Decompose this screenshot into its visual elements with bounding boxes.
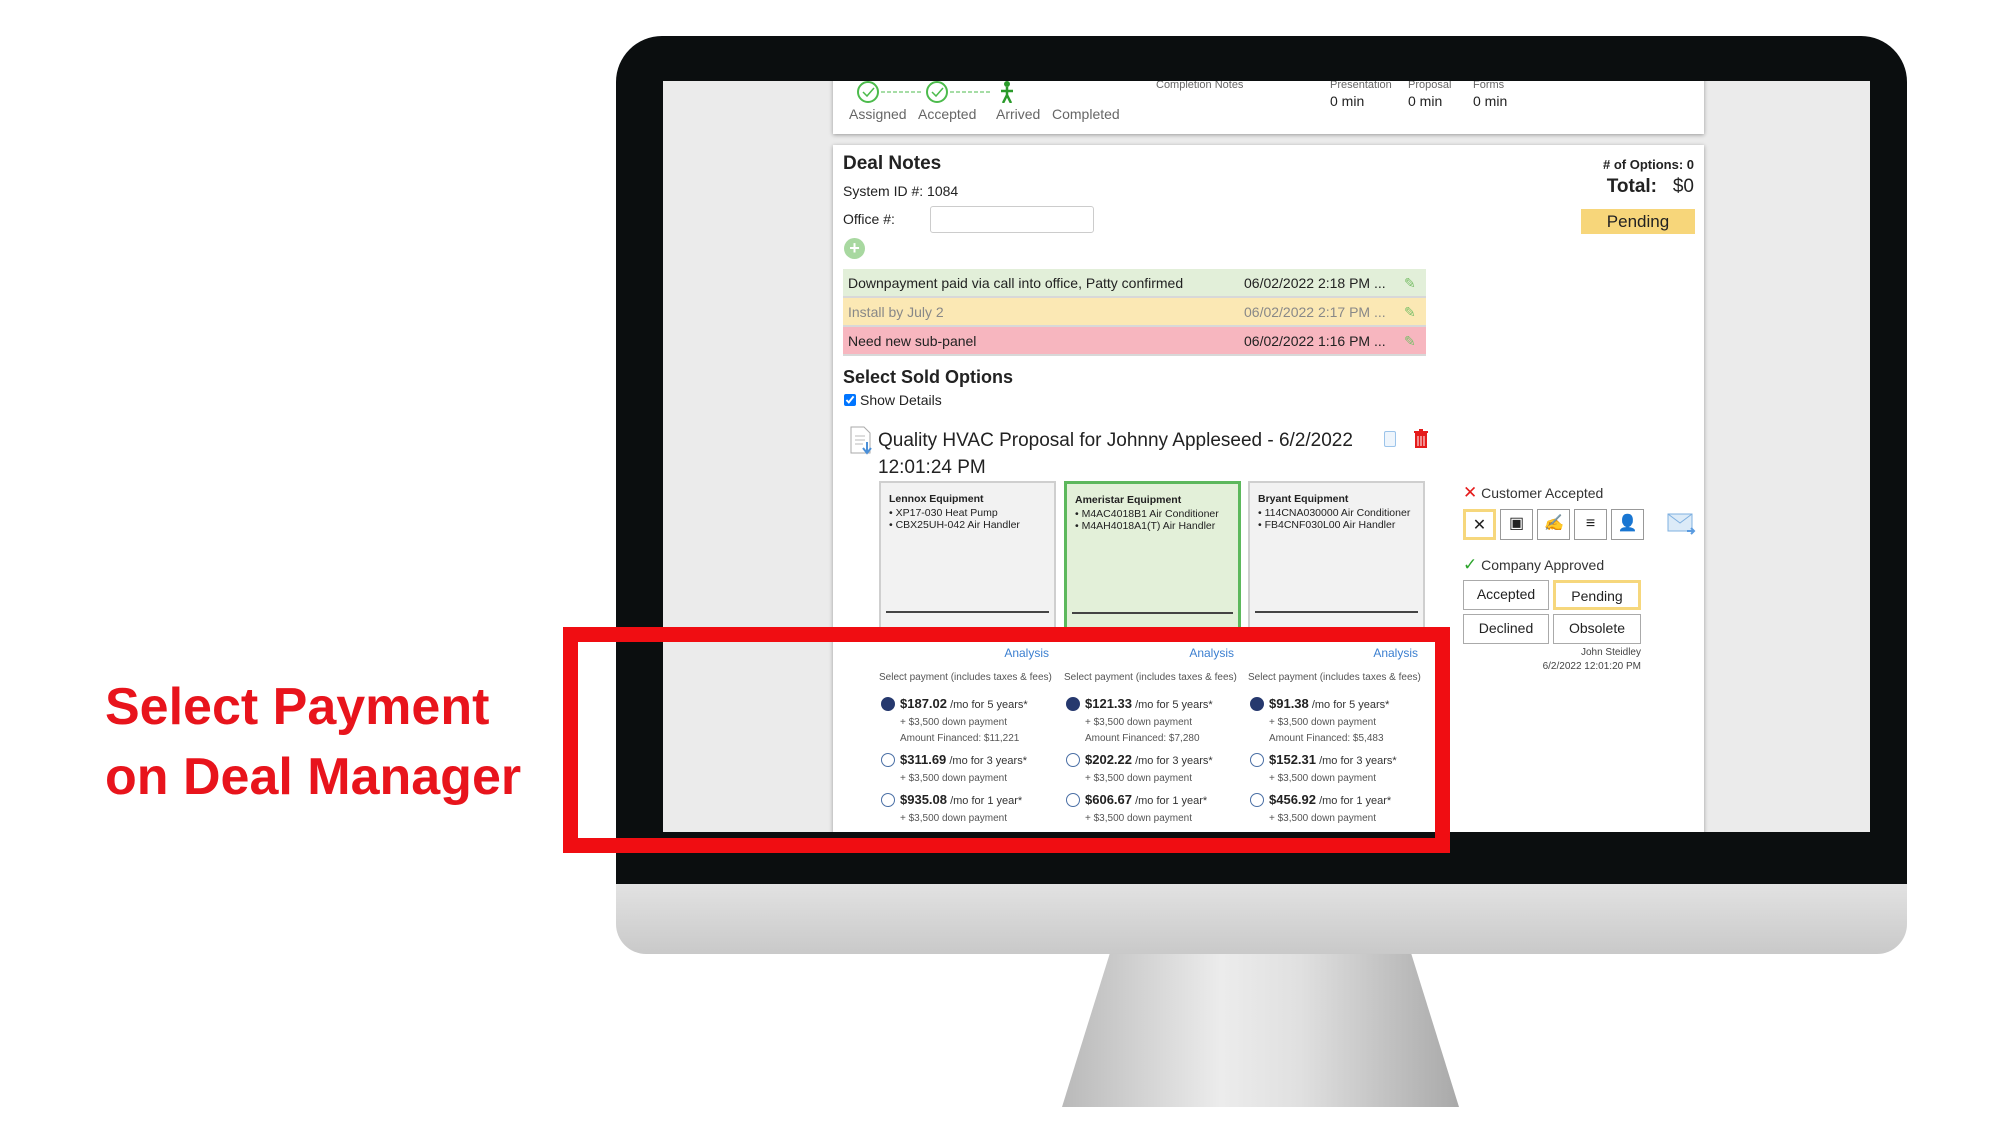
show-details-toggle[interactable]: Show Details [844,392,942,408]
note-date: 06/02/2022 2:18 PM ... [1244,275,1386,291]
step-completed: Completed [1052,106,1120,122]
equipment-item-text: 114CNA030000 Air Conditioner [1264,507,1411,519]
progress-steps-icon [857,81,1013,103]
equipment-item-text: XP17-030 Heat Pump [895,507,998,519]
person-icon[interactable]: 👤 [1611,509,1644,540]
note-row[interactable]: Install by July 2 06/02/2022 2:17 PM ... ✎ [843,298,1426,327]
options-count: # of Options: 0 [1603,157,1694,172]
equipment-item: • 114CNA030000 Air Conditioner [1258,507,1411,519]
step-assigned: Assigned [849,106,907,122]
company-approved-label: Company Approved [1481,557,1605,573]
equipment-name: Bryant Equipment [1258,493,1349,505]
office-input[interactable] [930,206,1094,233]
note-text: Downpayment paid via call into office, P… [848,275,1184,291]
pencil-icon[interactable]: ✎ [1404,269,1416,298]
note-date: 06/02/2022 2:17 PM ... [1244,304,1386,320]
callout-text: Select Payment on Deal Manager [105,672,521,812]
total-label: Total: [1606,176,1658,197]
equipment-option-card[interactable]: Bryant Equipment • 114CNA030000 Air Condi… [1248,481,1425,640]
equipment-option-card[interactable]: Ameristar Equipment • M4AC4018B1 Air Cond… [1064,481,1241,640]
note-text: Need new sub-panel [848,333,977,349]
card-divider [1072,612,1233,614]
status-panel: Assigned Accepted Arrived Completed Comp… [833,81,1704,134]
obsolete-button[interactable]: Obsolete [1553,614,1641,644]
sold-options-title: Select Sold Options [843,367,1014,387]
trash-icon[interactable] [1414,429,1428,449]
equipment-item: • FB4CNF030L00 Air Handler [1258,519,1396,531]
show-details-label: Show Details [860,392,942,408]
equipment-item-text: CBX25UH-042 Air Handler [895,519,1020,531]
show-details-checkbox[interactable] [844,394,856,406]
equipment-item: • M4AH4018A1(T) Air Handler [1075,520,1216,532]
card-divider [886,611,1049,613]
clear-signature-icon[interactable]: ✕ [1463,509,1496,540]
id-card-icon[interactable]: ▣ [1500,509,1533,540]
note-row[interactable]: Need new sub-panel 06/02/2022 1:16 PM ...… [843,327,1426,356]
total-value: $0 [1672,176,1694,197]
callout-line-1: Select Payment [105,678,490,736]
x-icon: ✕ [1463,483,1478,502]
deal-status-button[interactable]: Pending [1581,209,1695,234]
pending-button[interactable]: Pending [1553,580,1641,610]
step-accepted: Accepted [918,106,977,122]
callout-line-2: on Deal Manager [105,748,522,806]
timer-value: 0 min [1473,93,1508,109]
note-text: Install by July 2 [848,304,944,320]
monitor-chin [616,884,1907,954]
deal-notes-title: Deal Notes [843,153,942,174]
timer-value: 0 min [1330,93,1365,109]
equipment-name: Ameristar Equipment [1075,494,1182,506]
timer-label: Presentation [1330,81,1392,91]
equipment-item-text: M4AC4018B1 Air Conditioner [1081,508,1219,520]
approval-timestamp: 6/2/2022 12:01:20 PM [1542,661,1641,672]
add-note-icon[interactable]: + [844,238,865,259]
company-approved-status: ✓ Company Approved [1463,555,1604,575]
card-divider [1255,611,1418,613]
text-lines-icon[interactable]: ≡ [1574,509,1607,540]
pencil-icon[interactable]: ✎ [1404,298,1416,327]
monitor-stand [1062,954,1459,1107]
completion-notes-label: Completion Notes [1156,81,1244,91]
system-id-value: 1084 [927,183,959,199]
highlight-box [563,627,1450,853]
customer-accepted-status: ✕ Customer Accepted [1463,483,1603,503]
system-id-label: System ID #: [843,183,924,199]
note-date: 06/02/2022 1:16 PM ... [1244,333,1386,349]
equipment-item-text: FB4CNF030L00 Air Handler [1264,519,1396,531]
equipment-option-card[interactable]: Lennox Equipment • XP17-030 Heat Pump • CB… [879,481,1056,640]
office-label: Office #: [843,211,895,227]
signature-icon[interactable]: ✍ [1537,509,1570,540]
pencil-icon[interactable]: ✎ [1404,327,1416,356]
tablet-icon[interactable] [1384,431,1396,447]
timer-label: Proposal [1408,81,1452,91]
email-send-icon[interactable] [1667,511,1697,537]
note-row[interactable]: Downpayment paid via call into office, P… [843,269,1426,298]
equipment-item: • CBX25UH-042 Air Handler [889,519,1020,531]
proposal-title: Quality HVAC Proposal for Johnny Applese… [878,430,1353,478]
check-icon: ✓ [1463,555,1478,574]
document-download-icon[interactable] [849,426,873,456]
approver-name: John Steidley [1580,647,1641,658]
timer-value: 0 min [1408,93,1443,109]
customer-accepted-label: Customer Accepted [1481,485,1604,501]
equipment-item: • M4AC4018B1 Air Conditioner [1075,508,1219,520]
step-arrived: Arrived [996,106,1041,122]
equipment-name: Lennox Equipment [889,493,984,505]
declined-button[interactable]: Declined [1463,614,1549,644]
equipment-item: • XP17-030 Heat Pump [889,507,998,519]
equipment-item-text: M4AH4018A1(T) Air Handler [1081,520,1216,532]
timer-label: Forms [1473,81,1505,91]
accepted-button[interactable]: Accepted [1463,580,1549,610]
